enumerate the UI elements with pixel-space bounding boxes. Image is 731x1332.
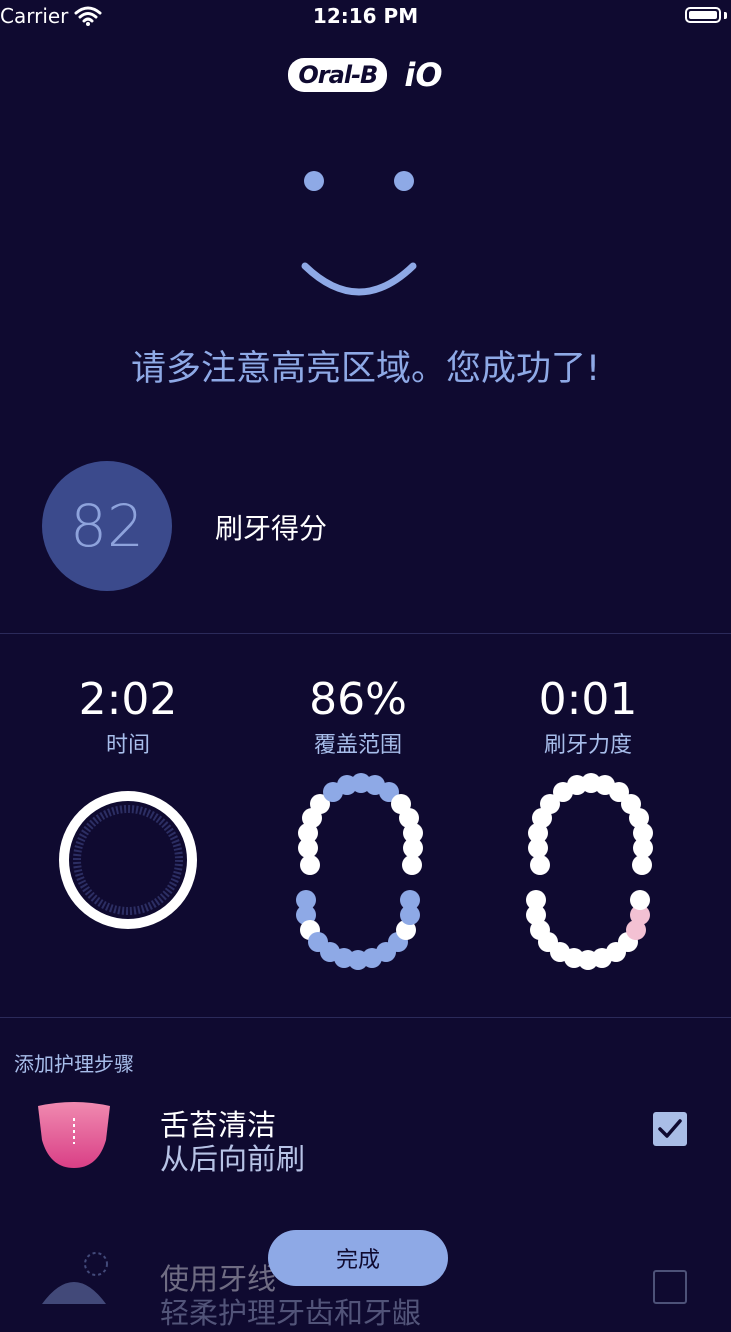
tooth [403,838,423,858]
stat-label: 刷牙力度 [543,733,632,758]
pressure-teeth-map-icon [526,773,653,970]
smiley-face-icon [301,171,417,296]
headline: 请多注意高亮区域。您成功了! [130,349,601,389]
tooth [530,855,550,875]
care-item-desc: 轻柔护理牙齿和牙龈 [160,1296,422,1330]
checkmark-icon [658,1119,682,1138]
tooth [300,855,320,875]
score-label: 刷牙得分 [215,512,328,545]
stat-label: 覆盖范围 [313,733,402,758]
tooth [630,890,650,910]
timer-ring-icon [59,791,197,929]
brand-name: Oral-B [288,58,388,92]
stat-pressure: 0:01 刷牙力度 [478,674,698,759]
stat-value: 86% [309,674,407,725]
stat-coverage: 86% 覆盖范围 [248,674,468,759]
clock: 12:16 PM [312,4,419,28]
divider [0,633,731,634]
tooth [400,890,420,910]
stat-label: 时间 [105,733,150,758]
score-circle: 82 [42,461,172,591]
floss-icon [42,1252,108,1304]
care-item-tongue[interactable]: 舌苔清洁 从后向前刷 [0,1096,731,1176]
brand-logo: Oral-B iO [0,56,731,94]
care-section-title: 添加护理步骤 [14,1052,134,1076]
status-bar: Carrier 12:16 PM [0,0,731,34]
score-value: 82 [70,492,144,560]
brand-product: iO [404,56,443,94]
battery-icon [685,7,721,23]
care-item-desc: 从后向前刷 [160,1142,306,1176]
tooth [633,838,653,858]
tooth [402,855,422,875]
battery-tip [724,12,727,19]
tongue-checkbox[interactable] [653,1112,687,1146]
floss-checkbox[interactable] [653,1270,687,1304]
coverage-teeth-map-icon [296,773,423,970]
divider [0,1017,731,1018]
tooth [632,855,652,875]
tongue-icon [38,1102,110,1168]
stat-value: 2:02 [78,674,178,725]
done-button[interactable]: 完成 [268,1230,448,1286]
stat-time: 2:02 时间 [18,674,238,759]
stat-value: 0:01 [538,674,638,725]
